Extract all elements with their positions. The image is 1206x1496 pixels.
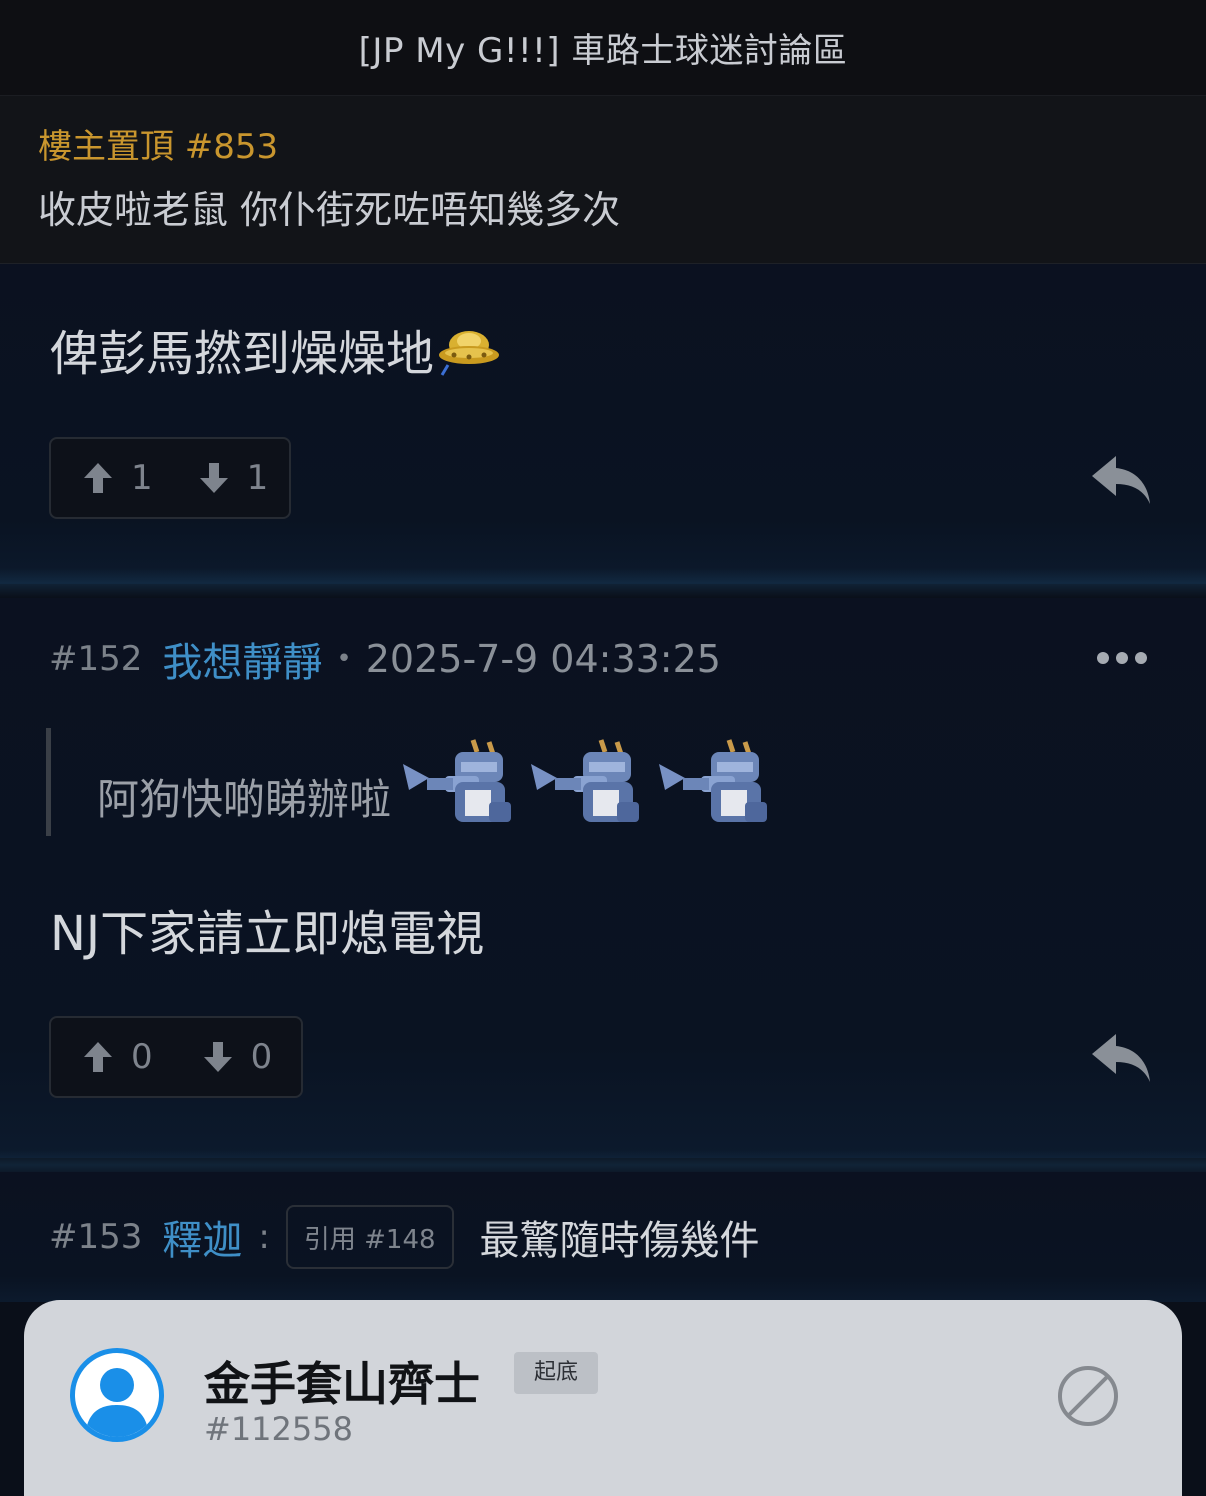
dragon-emoji-icon <box>659 739 768 822</box>
arrow-down-icon <box>203 1042 232 1072</box>
post-text: NJ下家請立即熄電視 <box>50 906 485 962</box>
thread-page: [JP My G!!!] 車路士球迷討論區 樓主置頂 #853 收皮啦老鼠 你仆… <box>0 0 1206 1496</box>
downvote-count: 0 <box>250 1037 273 1077</box>
divider <box>0 568 1206 598</box>
post-number[interactable]: #153 <box>49 1217 142 1257</box>
downvote-button[interactable]: 0 <box>203 1018 273 1096</box>
post-meta: #152 我想靜靜 • 2025-7-9 04:33:25 <box>49 632 721 686</box>
dragon-emoji-icon <box>531 739 640 822</box>
pinned-label: 樓主置頂 #853 <box>38 127 279 167</box>
arrow-up-icon <box>84 1042 112 1072</box>
upvote-button[interactable]: 1 <box>83 439 153 517</box>
post-text: 俾彭馬撚到燥燥地 <box>50 326 435 382</box>
reply-icon[interactable] <box>1088 1030 1154 1086</box>
quote-emojis <box>399 738 775 826</box>
reply-icon[interactable] <box>1088 452 1154 508</box>
thread-title: [JP My G!!!] 車路士球迷討論區 <box>358 31 848 71</box>
upvote-count: 1 <box>131 458 153 498</box>
post-number[interactable]: #152 <box>49 639 142 679</box>
user-silhouette-icon <box>85 1368 149 1437</box>
arrow-down-icon <box>199 463 228 493</box>
user-profile-sheet: 金手套山齊士 起底 #112558 <box>24 1300 1182 1496</box>
arrow-up-icon <box>84 463 112 493</box>
ufo-emoji-icon <box>439 331 500 376</box>
post-time: 2025-7-9 04:33:25 <box>365 637 721 681</box>
vote-box: 0 0 <box>49 1016 303 1098</box>
quote-reference-button[interactable]: 引用 #148 <box>285 1205 454 1269</box>
upvote-button[interactable]: 0 <box>83 1018 153 1096</box>
vote-box: 1 1 <box>49 437 291 519</box>
profile-badge[interactable]: 起底 <box>514 1352 599 1394</box>
upvote-count: 0 <box>131 1037 153 1077</box>
downvote-button[interactable]: 1 <box>199 439 269 517</box>
avatar[interactable] <box>70 1348 164 1442</box>
post-card <box>0 264 1206 584</box>
reply-snippet: 最驚隨時傷幾件 <box>479 1218 760 1264</box>
author-name[interactable]: 我想靜靜 <box>162 630 322 688</box>
quote-block[interactable]: 阿狗快啲睇辦啦 <box>46 728 775 836</box>
downvote-count: 1 <box>246 458 269 498</box>
top-bar: [JP My G!!!] 車路士球迷討論區 <box>0 0 1206 96</box>
meta-colon: : <box>258 1217 270 1257</box>
author-name[interactable]: 釋迦 <box>162 1208 242 1266</box>
more-options-icon[interactable] <box>1096 651 1148 665</box>
post-meta: #153 釋迦 : 引用 #148 最驚隨時傷幾件 <box>49 1204 760 1270</box>
pinned-post[interactable]: 樓主置頂 #853 收皮啦老鼠 你仆街死咗唔知幾多次 <box>0 96 1206 264</box>
user-name: 金手套山齊士 <box>204 1357 480 1411</box>
quote-text: 阿狗快啲睇辦啦 <box>97 774 392 824</box>
block-user-icon[interactable] <box>1056 1364 1120 1428</box>
meta-separator: • <box>336 644 352 674</box>
pinned-text: 收皮啦老鼠 你仆街死咗唔知幾多次 <box>38 188 621 232</box>
dragon-emoji-icon <box>403 739 512 822</box>
user-id: #112558 <box>204 1410 353 1448</box>
post-content: 俾彭馬撚到燥燥地 <box>50 314 504 384</box>
